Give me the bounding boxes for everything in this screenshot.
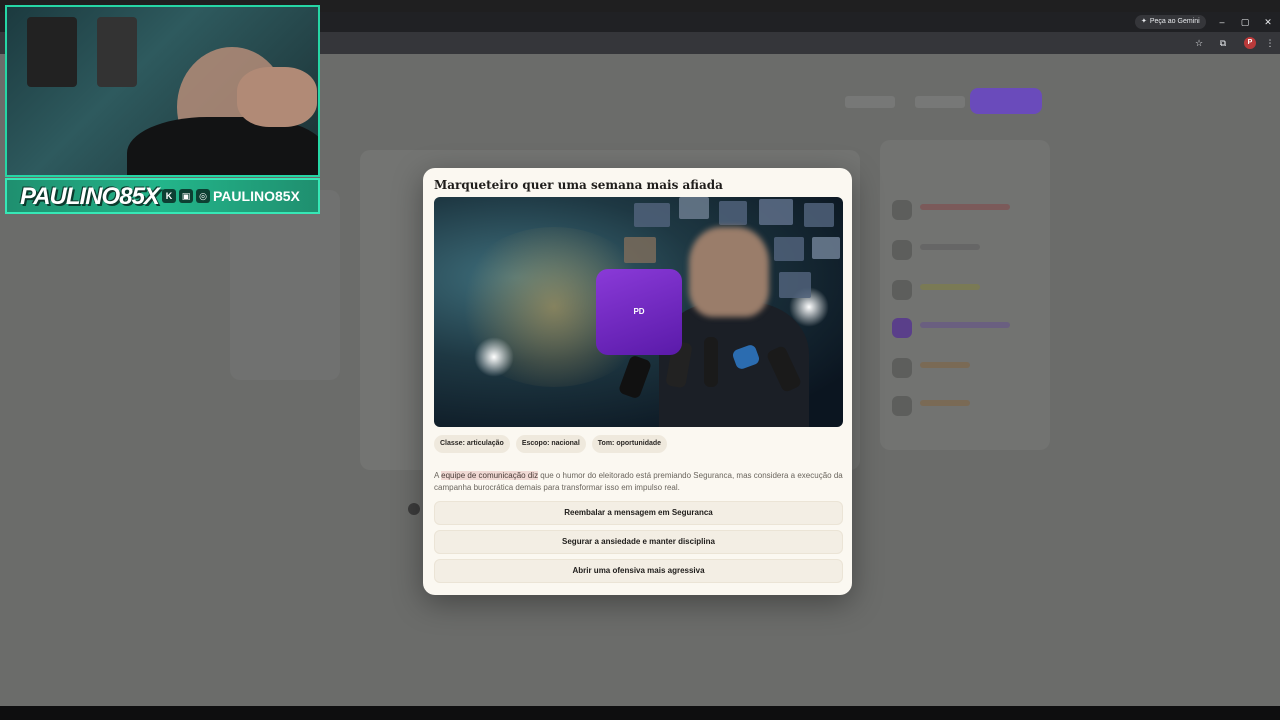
option-keep-discipline-button[interactable]: Segurar a ansiedade e manter disciplina [434, 530, 843, 554]
star-icon[interactable]: ☆ [1192, 36, 1206, 50]
gemini-label: Peça ao Gemini [1149, 18, 1200, 25]
streamer-handle: K ▣ ◎ PAULINO85X [162, 188, 300, 204]
tag-tone: Tom: oportunidade [591, 435, 668, 453]
side-item [892, 240, 1042, 264]
twitch-icon: ▣ [179, 189, 193, 203]
kick-icon: K [162, 189, 176, 203]
option-aggressive-offensive-button[interactable]: Abrir uma ofensiva mais agressiva [434, 559, 843, 583]
event-image: PD [434, 197, 843, 427]
tag-scope: Escopo: nacional [515, 435, 586, 453]
minimize-button[interactable]: – [1215, 15, 1229, 29]
handle-text: PAULINO85X [213, 188, 300, 204]
taskbar [0, 706, 1280, 720]
menu-icon[interactable]: ⋮ [1263, 36, 1277, 50]
modal-title: Marqueteiro quer uma semana mais afiada [434, 178, 723, 192]
instagram-icon: ◎ [196, 189, 210, 203]
background-icon [408, 503, 420, 515]
tag-list: Classe: articulação Escopo: nacional Tom… [434, 435, 668, 453]
profile-avatar[interactable]: P [1244, 37, 1256, 49]
tag-class: Classe: articulação [434, 435, 510, 453]
nav-link [845, 96, 895, 108]
nav-link [915, 96, 965, 108]
party-badge: PD [596, 269, 682, 355]
side-item [892, 318, 1042, 342]
extensions-icon[interactable]: ⧉ [1216, 36, 1230, 50]
webcam-overlay [5, 5, 320, 177]
event-modal: Marqueteiro quer uma semana mais afiada … [423, 168, 852, 595]
left-panel [230, 190, 340, 380]
event-description: A equipe de comunicação diz que o humor … [434, 471, 843, 492]
sparkle-icon: ✦ [1141, 18, 1147, 25]
site-logo [320, 88, 470, 114]
side-item [892, 280, 1042, 304]
gemini-button[interactable]: ✦ Peça ao Gemini [1135, 15, 1206, 29]
side-item [892, 358, 1042, 382]
close-window-button[interactable]: ✕ [1261, 15, 1275, 29]
option-reframe-message-button[interactable]: Reembalar a mensagem em Seguranca [434, 501, 843, 525]
highlighted-text: equipe de comunicação diz [441, 471, 539, 480]
speaker-face [689, 227, 769, 317]
header-cta-button [970, 88, 1042, 114]
side-item [892, 200, 1042, 224]
streamer-logo: PAULINO85X [20, 183, 160, 210]
restore-button[interactable]: ▢ [1238, 15, 1252, 29]
side-item [892, 396, 1042, 420]
